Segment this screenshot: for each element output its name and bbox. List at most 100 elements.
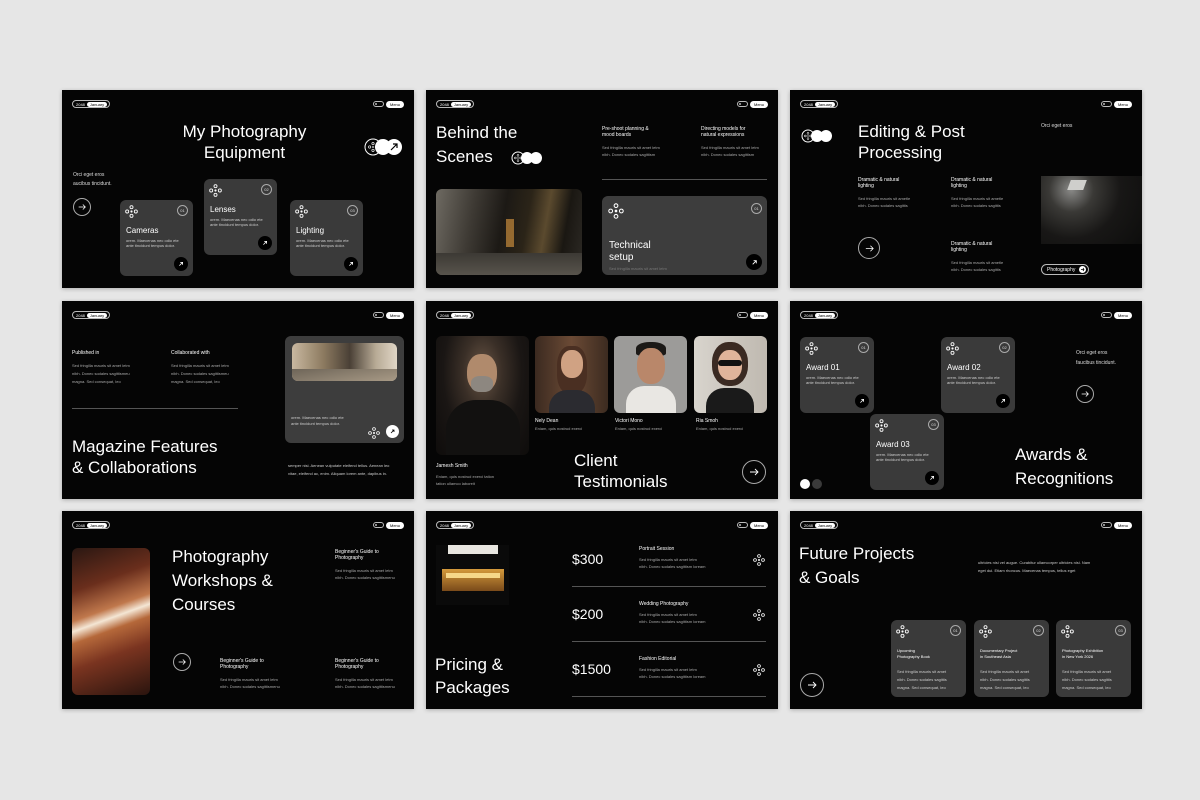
next-page-dot[interactable]: [812, 479, 822, 489]
guide-body: nibh. Donec sodales sagittismenu: [220, 684, 280, 689]
slide-behind-scenes[interactable]: 2048 January Menu Behind the Scenes Pre-s…: [426, 90, 778, 288]
card-arrow-button[interactable]: [746, 254, 762, 270]
menu-label: Menu: [385, 100, 404, 108]
slide-awards[interactable]: 2048 January Menu 01 Award 01 orem. Maece…: [790, 301, 1142, 499]
card-title: Award 03: [876, 440, 910, 449]
card-number: 02: [261, 184, 272, 195]
slide-title-line-2: Packages: [435, 678, 510, 697]
intro-line-1: Orci eget eros: [73, 172, 105, 178]
card-title: Lenses: [210, 205, 236, 214]
card-desc: ante tincidunt tempus dolor.: [126, 243, 175, 248]
slide-equipment[interactable]: 2048 January Menu My Photography Equipmen…: [62, 90, 414, 288]
card-arrow-button[interactable]: [344, 257, 358, 271]
footer-text: vitae, eleifend ac, enim. Aliquam lorem …: [288, 471, 387, 476]
menu-button[interactable]: Menu: [1100, 311, 1132, 319]
next-arrow-button[interactable]: [173, 653, 191, 671]
price-label: Fashion Editorial: [639, 656, 677, 662]
menu-label: Menu: [1113, 311, 1132, 319]
footer-text: semper nisi. Aenean vulputate eleifend t…: [288, 463, 390, 468]
network-icon: [1061, 625, 1074, 638]
block-heading: lighting: [951, 247, 967, 253]
slide-editing[interactable]: 2048 January Menu Editing & Post Processi…: [790, 90, 1142, 288]
month-label: January: [86, 312, 108, 318]
slide-testimonials[interactable]: 2048 January Menu Jamesh Smith Eniam, qui…: [426, 301, 778, 499]
card-number: 02: [1033, 625, 1044, 636]
photography-tag[interactable]: Photography: [1041, 264, 1090, 275]
card-project-02[interactable]: 02 Documentary Project in Southeast Asia…: [974, 620, 1049, 697]
slide-title-line-1: Future Projects: [799, 544, 915, 563]
arrow-right-icon: [178, 659, 186, 665]
price-value: $1500: [572, 661, 611, 677]
card-arrow-button[interactable]: [855, 394, 869, 408]
toggle-icon: [1100, 522, 1112, 528]
card-arrow-button[interactable]: [996, 394, 1010, 408]
month-label: January: [86, 522, 108, 528]
card-desc: ante tincidunt tempus dolor.: [291, 421, 340, 426]
network-icon: [979, 625, 992, 638]
month-label: January: [450, 312, 472, 318]
next-arrow-button[interactable]: [742, 460, 766, 484]
guide-body: Sed fringilla mauris sit amet letm: [335, 677, 393, 682]
menu-button[interactable]: Menu: [372, 311, 404, 319]
card-arrow-button[interactable]: [258, 236, 272, 250]
aside-text: faucibus tincidunt.: [1076, 360, 1117, 366]
menu-button[interactable]: Menu: [736, 521, 768, 529]
menu-button[interactable]: Menu: [1100, 100, 1132, 108]
month-label: January: [450, 522, 472, 528]
arrow-ne-icon: [930, 475, 934, 481]
body-text: nibh. Donec sodales sagittismeu: [171, 371, 229, 376]
card-award-01[interactable]: 01 Award 01 orem. Maecenas nec odio ete …: [800, 337, 874, 413]
card-number: 02: [999, 342, 1010, 353]
next-arrow-button[interactable]: [1076, 385, 1094, 403]
menu-button[interactable]: Menu: [736, 100, 768, 108]
next-arrow-button[interactable]: [858, 237, 880, 259]
client-desc: Eniam, quis nostrud exerci: [535, 426, 583, 431]
card-technical-setup[interactable]: 01 Technical setup Sed fringilla mauris …: [602, 196, 767, 275]
slide-title-line-2: Scenes: [436, 147, 493, 166]
card-arrow-button[interactable]: [386, 425, 399, 438]
slide-workshops[interactable]: 2048 January Menu Photography Workshops &…: [62, 511, 414, 709]
client-photo-3: [614, 336, 687, 413]
slide-magazine[interactable]: 2048 January Menu Published in Collaborat…: [62, 301, 414, 499]
tag-arrow-icon: [1079, 266, 1087, 273]
client-name: Jamesh Smith: [436, 463, 468, 469]
menu-button[interactable]: Menu: [372, 521, 404, 529]
card-arrow-button[interactable]: [925, 471, 939, 485]
block-body: Sed fringilla mauris sit ametle: [858, 196, 911, 201]
card-award-03[interactable]: 03 Award 03 orem. Maecenas nec odio ete …: [870, 414, 944, 490]
card-project-01[interactable]: 01 Upcoming Photography Book Sed fringil…: [891, 620, 966, 697]
card-arrow-button[interactable]: [174, 257, 188, 271]
slide-future-projects[interactable]: 2048 January Menu Future Projects & Goals…: [790, 511, 1142, 709]
toggle-icon: [372, 522, 384, 528]
dots-icon: [800, 128, 834, 149]
card-lighting[interactable]: 03 Lighting orem. Maecenas nec odio ete …: [290, 200, 363, 276]
card-project-03[interactable]: 03 Photography Exhibition in New York 20…: [1056, 620, 1131, 697]
month-label: January: [86, 101, 108, 107]
block-heading: lighting: [951, 183, 967, 189]
card-cameras[interactable]: 01 Cameras orem. Maecenas nec odio ete a…: [120, 200, 193, 276]
card-award-02[interactable]: 02 Award 02 orem. Maecenas nec odio ete …: [941, 337, 1015, 413]
card-title: Award 02: [947, 363, 981, 372]
card-number: 03: [1115, 625, 1126, 636]
card-title: Documentary Project: [980, 648, 1018, 653]
month-label: January: [814, 312, 836, 318]
aside-text: ultricies nisi vel augue. Curabitur ulla…: [978, 560, 1091, 565]
card-lenses[interactable]: 02 Lenses orem. Maecenas nec odio ete an…: [204, 179, 277, 255]
menu-button[interactable]: Menu: [736, 311, 768, 319]
card-title: Award 01: [806, 363, 840, 372]
block-heading: lighting: [858, 183, 874, 189]
next-arrow-button[interactable]: [800, 673, 824, 697]
year-pill: 2048 January: [436, 521, 475, 529]
slide-title-line-2: Processing: [858, 143, 943, 162]
slide-pricing[interactable]: 2048 January Menu $300 Portrait Session S…: [426, 511, 778, 709]
client-name: Victori Mono: [615, 418, 643, 424]
year-label: 2048: [440, 101, 449, 107]
menu-button[interactable]: Menu: [372, 100, 404, 108]
client-name: Ria Smoh: [696, 418, 718, 424]
menu-button[interactable]: Menu: [1100, 521, 1132, 529]
magazine-card[interactable]: orem. Maecenas nec odio ete ante tincidu…: [285, 336, 404, 443]
next-arrow-button[interactable]: [73, 198, 91, 216]
intro-line-2: aucibus tincidunt.: [73, 181, 112, 187]
tag-label: Photography: [1047, 266, 1076, 273]
prev-page-dot[interactable]: [800, 479, 810, 489]
